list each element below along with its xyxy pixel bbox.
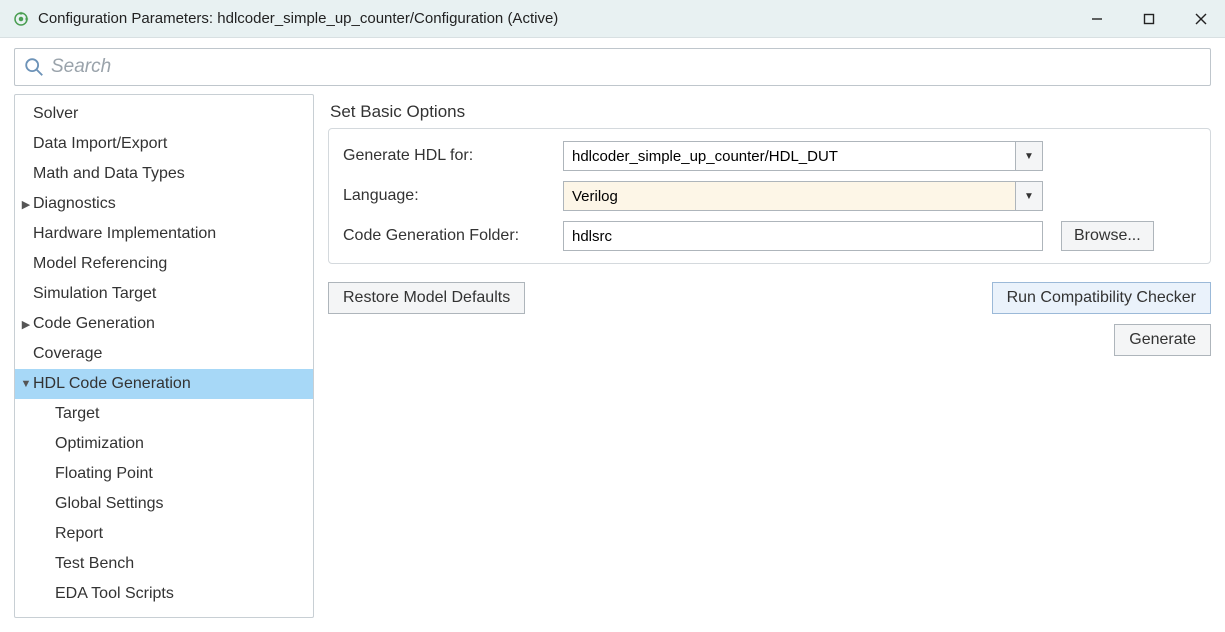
- sidebar: Solver Data Import/Export Math and Data Ty…: [14, 94, 314, 618]
- browse-button[interactable]: Browse...: [1061, 221, 1154, 251]
- restore-defaults-button[interactable]: Restore Model Defaults: [328, 282, 525, 314]
- sidebar-item-hdl-code-generation[interactable]: ▼HDL Code Generation: [15, 369, 313, 399]
- row-generate-hdl: Generate HDL for: ▼: [343, 141, 1196, 171]
- section-title: Set Basic Options: [330, 102, 1211, 122]
- window-title: Configuration Parameters: hdlcoder_simpl…: [38, 10, 1085, 27]
- search-row: [0, 38, 1225, 94]
- sidebar-item-simulation-target[interactable]: Simulation Target: [15, 279, 313, 309]
- chevron-right-icon: ▶: [19, 198, 33, 211]
- language-dropdown-button[interactable]: ▼: [1015, 181, 1043, 211]
- sidebar-item-target[interactable]: Target: [15, 399, 313, 429]
- sidebar-item-label: Report: [55, 525, 103, 543]
- maximize-button[interactable]: [1137, 7, 1161, 31]
- sidebar-item-label: Code Generation: [33, 315, 155, 333]
- app-icon: [12, 10, 30, 28]
- sidebar-item-global-settings[interactable]: Global Settings: [15, 489, 313, 519]
- sidebar-item-label: Math and Data Types: [33, 165, 185, 183]
- sidebar-item-label: Optimization: [55, 435, 144, 453]
- action-row: Restore Model Defaults Run Compatibility…: [328, 282, 1211, 356]
- sidebar-item-math-and-data-types[interactable]: Math and Data Types: [15, 159, 313, 189]
- sidebar-item-optimization[interactable]: Optimization: [15, 429, 313, 459]
- sidebar-item-label: EDA Tool Scripts: [55, 585, 174, 603]
- sidebar-item-label: Model Referencing: [33, 255, 167, 273]
- sidebar-item-eda-tool-scripts[interactable]: EDA Tool Scripts: [15, 579, 313, 609]
- generate-hdl-label: Generate HDL for:: [343, 147, 553, 165]
- window-controls: [1085, 7, 1213, 31]
- sidebar-item-report[interactable]: Report: [15, 519, 313, 549]
- folder-input[interactable]: [563, 221, 1043, 251]
- sidebar-item-diagnostics[interactable]: ▶Diagnostics: [15, 189, 313, 219]
- sidebar-item-label: Coverage: [33, 345, 102, 363]
- sidebar-item-label: Simulation Target: [33, 285, 156, 303]
- sidebar-item-label: Solver: [33, 105, 78, 123]
- sidebar-item-solver[interactable]: Solver: [15, 99, 313, 129]
- sidebar-item-coverage[interactable]: Coverage: [15, 339, 313, 369]
- chevron-down-icon: ▼: [19, 378, 33, 390]
- main-panel: Set Basic Options Generate HDL for: ▼ La…: [328, 94, 1211, 618]
- search-box[interactable]: [14, 48, 1211, 86]
- sidebar-item-label: Hardware Implementation: [33, 225, 216, 243]
- folder-label: Code Generation Folder:: [343, 227, 553, 245]
- form-panel: Generate HDL for: ▼ Language: ▼: [328, 128, 1211, 264]
- chevron-down-icon: ▼: [1024, 151, 1034, 162]
- sidebar-item-floating-point[interactable]: Floating Point: [15, 459, 313, 489]
- sidebar-item-data-import-export[interactable]: Data Import/Export: [15, 129, 313, 159]
- sidebar-item-label: HDL Code Generation: [33, 375, 191, 393]
- search-input[interactable]: [51, 56, 1202, 78]
- sidebar-item-test-bench[interactable]: Test Bench: [15, 549, 313, 579]
- chevron-down-icon: ▼: [1024, 191, 1034, 202]
- sidebar-item-model-referencing[interactable]: Model Referencing: [15, 249, 313, 279]
- language-input[interactable]: [563, 181, 1015, 211]
- generate-button[interactable]: Generate: [1114, 324, 1211, 356]
- run-compatibility-checker-button[interactable]: Run Compatibility Checker: [992, 282, 1211, 314]
- language-label: Language:: [343, 187, 553, 205]
- sidebar-item-label: Floating Point: [55, 465, 153, 483]
- search-icon: [23, 56, 45, 78]
- chevron-right-icon: ▶: [19, 318, 33, 331]
- generate-hdl-input[interactable]: [563, 141, 1015, 171]
- sidebar-item-label: Global Settings: [55, 495, 164, 513]
- generate-hdl-dropdown-button[interactable]: ▼: [1015, 141, 1043, 171]
- sidebar-item-label: Test Bench: [55, 555, 134, 573]
- row-folder: Code Generation Folder: Browse...: [343, 221, 1196, 251]
- generate-hdl-combo[interactable]: ▼: [563, 141, 1043, 171]
- minimize-button[interactable]: [1085, 7, 1109, 31]
- sidebar-item-hardware-implementation[interactable]: Hardware Implementation: [15, 219, 313, 249]
- sidebar-item-label: Diagnostics: [33, 195, 116, 213]
- sidebar-item-label: Target: [55, 405, 99, 423]
- sidebar-item-code-generation[interactable]: ▶Code Generation: [15, 309, 313, 339]
- close-button[interactable]: [1189, 7, 1213, 31]
- sidebar-item-label: Data Import/Export: [33, 135, 167, 153]
- row-language: Language: ▼: [343, 181, 1196, 211]
- titlebar: Configuration Parameters: hdlcoder_simpl…: [0, 0, 1225, 38]
- language-combo[interactable]: ▼: [563, 181, 1043, 211]
